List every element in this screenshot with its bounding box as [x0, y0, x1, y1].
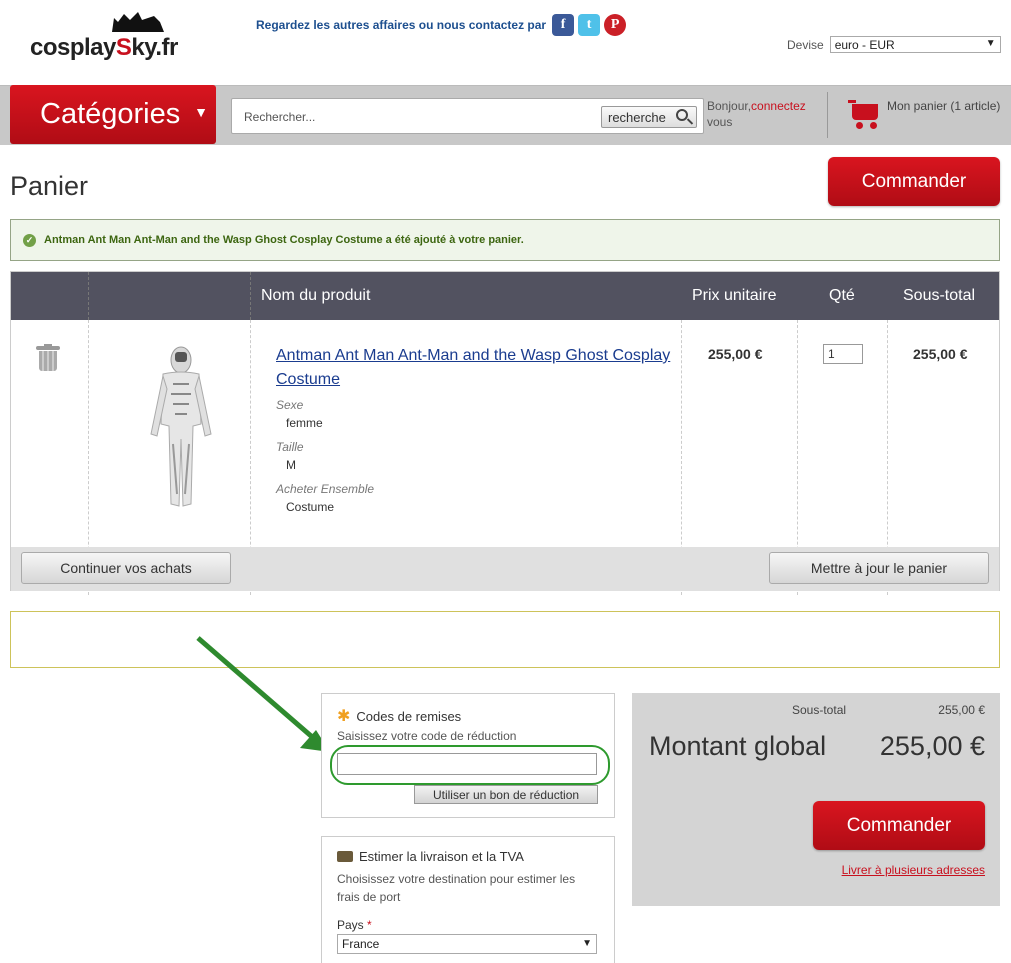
success-message-text: Antman Ant Man Ant-Man and the Wasp Ghos… — [44, 234, 524, 246]
currency-select-value: euro - EUR — [834, 38, 895, 52]
country-select-value: France — [342, 937, 380, 951]
grand-total-label: Montant global — [649, 731, 827, 761]
facebook-icon[interactable]: f — [552, 14, 575, 36]
cart-table: Nom du produit Prix unitaire Qté Sous-to… — [10, 271, 1000, 595]
product-name-link[interactable]: Antman Ant Man Ant-Man and the Wasp Ghos… — [276, 344, 676, 392]
pinterest-icon[interactable]: P — [604, 14, 627, 36]
continue-shopping-button[interactable]: Continuer vos achats — [21, 552, 231, 584]
shipping-description: Choisissez votre destination pour estime… — [337, 870, 575, 906]
search-input[interactable]: Rechercher... — [244, 110, 315, 124]
check-circle-icon: ✓ — [23, 233, 36, 247]
coupon-header: ✱ Codes de remises — [337, 706, 461, 726]
search-button[interactable]: recherche — [601, 106, 697, 128]
trash-icon[interactable] — [36, 344, 60, 372]
search-bar: Rechercher... recherche — [231, 98, 704, 134]
coupon-prompt: Saisissez votre code de réduction — [337, 729, 517, 743]
row-subtotal: 255,00 € — [913, 346, 968, 362]
header-subtotal: Sous-total — [903, 287, 976, 304]
annotation-arrow — [196, 636, 330, 752]
required-mark: * — [367, 918, 372, 932]
nav-divider — [827, 92, 828, 138]
logo-text-c: ky.fr — [131, 34, 178, 61]
option-label: Taille — [276, 440, 304, 454]
shipping-title: Estimer la livraison et la TVA — [359, 849, 524, 864]
header-unit-price: Prix unitaire — [692, 287, 777, 304]
truck-icon — [337, 851, 353, 862]
shipping-estimate-panel: Estimer la livraison et la TVA Choisisse… — [321, 836, 615, 963]
unit-price: 255,00 € — [708, 346, 763, 362]
shipping-desc-line2: frais de port — [337, 890, 401, 904]
country-label-text: Pays — [337, 918, 364, 932]
option-value: femme — [286, 416, 323, 430]
option-value: Costume — [286, 500, 335, 514]
coupon-title: Codes de remises — [356, 708, 462, 724]
asterisk-icon: ✱ — [337, 708, 351, 725]
multi-address-link[interactable]: Livrer à plusieurs adresses — [842, 863, 985, 877]
option-value: M — [286, 458, 296, 472]
shipping-header: Estimer la livraison et la TVA — [337, 849, 524, 864]
caret-down-icon: ▼ — [194, 104, 208, 120]
notice-box — [10, 611, 1000, 668]
top-bar: cosplaySky.fr Regardez les autres affair… — [0, 0, 1011, 85]
quantity-input[interactable]: 1 — [823, 344, 863, 364]
option-label: Sexe — [276, 398, 304, 412]
subtotal-value: 255,00 € — [938, 703, 985, 717]
twitter-icon[interactable]: t — [578, 14, 601, 36]
grand-total-value: 255,00 € — [879, 731, 985, 761]
chevron-down-icon: ▼ — [985, 38, 996, 49]
login-link[interactable]: connectez — [751, 99, 806, 113]
greeting-suffix: vous — [707, 115, 733, 129]
mini-cart-link[interactable]: Mon panier (1 article) — [887, 99, 1000, 113]
header-qty: Qté — [829, 287, 855, 304]
logo-text-a: cosplay — [30, 34, 116, 61]
main-nav: Catégories ▼ Rechercher... recherche Bon… — [0, 85, 1011, 145]
subtotal-label: Sous-total — [792, 703, 847, 717]
shipping-desc-line1: Choisissez votre destination pour estime… — [337, 872, 576, 886]
search-icon — [676, 109, 688, 121]
checkout-button-top[interactable]: Commander — [828, 157, 1000, 206]
update-cart-button[interactable]: Mettre à jour le panier — [769, 552, 989, 584]
cart-table-footer: Continuer vos achats Mettre à jour le pa… — [11, 547, 999, 591]
highlight-ring — [330, 745, 610, 785]
greeting-text: Bonjour, — [707, 99, 752, 113]
option-label: Acheter Ensemble — [276, 482, 375, 496]
search-button-label: recherche — [608, 109, 666, 125]
country-label: Pays * — [337, 916, 372, 934]
apply-coupon-button[interactable]: Utiliser un bon de réduction — [414, 785, 598, 804]
site-logo[interactable]: cosplaySky.fr — [30, 8, 200, 64]
logo-text: cosplaySky.fr — [30, 34, 178, 62]
chevron-down-icon: ▼ — [582, 938, 592, 949]
cart-table-header: Nom du produit Prix unitaire Qté Sous-to… — [11, 272, 999, 320]
header-product-name: Nom du produit — [261, 287, 371, 304]
logo-text-b: S — [115, 34, 132, 61]
currency-label: Devise — [787, 37, 824, 52]
totals-panel: Sous-total 255,00 € Montant global 255,0… — [632, 693, 1000, 906]
social-links: Regardez les autres affaires ou nous con… — [256, 14, 627, 36]
success-message: ✓ Antman Ant Man Ant-Man and the Wasp Gh… — [10, 219, 1000, 261]
shopping-cart-icon[interactable] — [848, 98, 884, 132]
account-greeting: Bonjour,connectez vous — [707, 98, 806, 130]
page-title: Panier — [10, 171, 89, 201]
country-select[interactable]: France ▼ — [337, 934, 597, 954]
currency-switcher: Devise euro - EUR ▼ — [787, 36, 1001, 53]
categories-label: Catégories — [40, 98, 181, 130]
currency-select[interactable]: euro - EUR ▼ — [829, 36, 1001, 53]
product-image[interactable] — [141, 344, 221, 514]
checkout-button-bottom[interactable]: Commander — [813, 801, 985, 850]
categories-menu-button[interactable]: Catégories ▼ — [10, 85, 216, 144]
logo-cat-silhouette — [112, 12, 164, 32]
social-text: Regardez les autres affaires ou nous con… — [256, 18, 547, 32]
